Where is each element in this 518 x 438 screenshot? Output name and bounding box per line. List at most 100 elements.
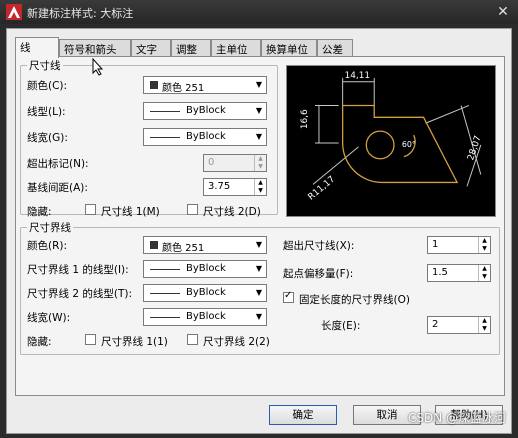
- watermark: CSDN @深蓝冰河: [407, 411, 506, 425]
- suppress-ext1-checkbox[interactable]: [85, 334, 96, 345]
- mouse-cursor-icon: [92, 58, 104, 76]
- ext-suppress-label: 隐藏:: [27, 336, 52, 348]
- ext-color-select[interactable]: 颜色 251 ▼: [143, 236, 267, 254]
- extend-ticks-spinner[interactable]: 0 ▲ ▼: [203, 154, 267, 172]
- dropdown-arrow-icon[interactable]: ▼: [252, 129, 266, 145]
- window-title: 新建标注样式: 大标注: [27, 7, 134, 20]
- dim-lineweight-value: ByBlock: [186, 131, 226, 142]
- dim-color-select[interactable]: 颜色 251 ▼: [143, 76, 267, 94]
- suppress-dim1-checkbox[interactable]: [85, 204, 96, 215]
- ext-lineweight-select[interactable]: ByBlock ▼: [143, 308, 267, 326]
- suppress-ext2-checkbox[interactable]: [187, 334, 198, 345]
- dropdown-arrow-icon[interactable]: ▼: [252, 103, 266, 119]
- offset-spinner[interactable]: 1.5 ▲ ▼: [427, 264, 491, 282]
- preview-dim-right: 28,07: [466, 134, 483, 161]
- length-label: 长度(E):: [321, 320, 361, 332]
- tab-tolerances[interactable]: 公差: [317, 39, 353, 57]
- offset-label: 起点偏移量(F):: [283, 268, 354, 280]
- dim-lineweight-select[interactable]: ByBlock ▼: [143, 128, 267, 146]
- ext-linetype1-value: ByBlock: [186, 263, 226, 274]
- spin-down-icon[interactable]: ▼: [254, 187, 266, 195]
- extend-beyond-value: 1: [432, 239, 439, 250]
- ext-linetype2-value: ByBlock: [186, 287, 226, 298]
- preview-dim-angle: 60°: [402, 140, 416, 149]
- dim-lines-legend: 尺寸线: [27, 58, 63, 73]
- tab-strip: 线 符号和箭头 文字 调整 主单位 换算单位 公差: [15, 37, 505, 58]
- preview-dim-radius: R11,17: [307, 175, 338, 203]
- offset-value: 1.5: [432, 267, 448, 278]
- dim-lines-group: 尺寸线 颜色(C): 颜色 251 ▼ 线型(L): ByBlock ▼ 线宽(…: [20, 58, 278, 218]
- lineweight-sample: [150, 137, 180, 138]
- suppress-dim1-label[interactable]: 尺寸线 1(M): [101, 204, 160, 219]
- baseline-spacing-value: 3.75: [208, 181, 231, 192]
- tab-fit[interactable]: 调整: [171, 39, 211, 57]
- baseline-spacing-spinner[interactable]: 3.75 ▲ ▼: [203, 178, 267, 196]
- linetype-sample: [150, 111, 180, 112]
- dropdown-arrow-icon[interactable]: ▼: [252, 261, 266, 277]
- spin-up-icon[interactable]: ▲: [478, 317, 490, 325]
- extend-beyond-label: 超出尺寸线(X):: [283, 240, 355, 252]
- dim-color-value: 颜色 251: [162, 83, 205, 94]
- tab-text[interactable]: 文字: [131, 39, 171, 57]
- spin-up-icon[interactable]: ▲: [254, 155, 266, 163]
- spin-up-icon[interactable]: ▲: [478, 237, 490, 245]
- dim-lineweight-label: 线宽(G):: [27, 132, 68, 144]
- spin-down-icon[interactable]: ▼: [254, 163, 266, 171]
- length-value: 2: [432, 319, 439, 330]
- lineweight-sample: [150, 317, 180, 318]
- tab-primary-units[interactable]: 主单位: [211, 39, 261, 57]
- preview-dim-left: 16,6: [300, 109, 310, 129]
- dropdown-arrow-icon[interactable]: ▼: [252, 237, 266, 253]
- ext-color-value: 颜色 251: [162, 243, 205, 254]
- dim-linetype-label: 线型(L):: [27, 106, 66, 118]
- color-swatch: [150, 241, 158, 249]
- spin-down-icon[interactable]: ▼: [478, 325, 490, 333]
- dialog-client: 线 符号和箭头 文字 调整 主单位 换算单位 公差 尺寸线 颜色(C): 颜色 …: [6, 28, 512, 434]
- suppress-dim2-label[interactable]: 尺寸线 2(D): [203, 204, 261, 219]
- ok-button[interactable]: 确定: [269, 405, 337, 425]
- ext-lines-legend: 尺寸界线: [27, 220, 73, 235]
- tab-symbols-arrows[interactable]: 符号和箭头: [59, 39, 131, 57]
- suppress-dim2-checkbox[interactable]: [187, 204, 198, 215]
- baseline-spacing-label: 基线间距(A):: [27, 182, 88, 194]
- ext-lineweight-value: ByBlock: [186, 311, 226, 322]
- tab-panel-lines: 尺寸线 颜色(C): 颜色 251 ▼ 线型(L): ByBlock ▼ 线宽(…: [15, 56, 505, 396]
- suppress-ext2-label[interactable]: 尺寸界线 2(2): [203, 334, 270, 349]
- extend-ticks-label: 超出标记(N):: [27, 158, 89, 170]
- ext-lineweight-label: 线宽(W):: [27, 312, 71, 324]
- ext-linetype2-label: 尺寸界线 2 的线型(T):: [27, 288, 132, 300]
- suppress-ext1-label[interactable]: 尺寸界线 1(1): [101, 334, 168, 349]
- spin-down-icon[interactable]: ▼: [478, 245, 490, 253]
- dropdown-arrow-icon[interactable]: ▼: [252, 77, 266, 93]
- extend-beyond-spinner[interactable]: 1 ▲ ▼: [427, 236, 491, 254]
- spin-up-icon[interactable]: ▲: [254, 179, 266, 187]
- dim-linetype-value: ByBlock: [186, 105, 226, 116]
- linetype-sample: [150, 293, 180, 294]
- spin-down-icon[interactable]: ▼: [478, 273, 490, 281]
- dropdown-arrow-icon[interactable]: ▼: [252, 309, 266, 325]
- dimension-preview: 14,11 16,6 28,07 60° R11,17: [286, 65, 496, 217]
- ext-color-label: 颜色(R):: [27, 240, 68, 252]
- linetype-sample: [150, 269, 180, 270]
- tab-alternate-units[interactable]: 换算单位: [261, 39, 317, 57]
- autocad-app-icon: [6, 4, 22, 20]
- extend-ticks-value: 0: [208, 157, 215, 168]
- tab-lines[interactable]: 线: [15, 37, 59, 58]
- preview-dim-top: 14,11: [345, 71, 370, 81]
- ext-linetype1-select[interactable]: ByBlock ▼: [143, 260, 267, 278]
- spin-up-icon[interactable]: ▲: [478, 265, 490, 273]
- fixed-length-label[interactable]: 固定长度的尺寸界线(O): [299, 292, 410, 307]
- ext-lines-group: 尺寸界线 颜色(R): 颜色 251 ▼ 尺寸界线 1 的线型(I): ByBl…: [20, 220, 500, 355]
- dropdown-arrow-icon[interactable]: ▼: [252, 285, 266, 301]
- fixed-length-checkbox[interactable]: [283, 290, 294, 303]
- close-icon[interactable]: ✕: [494, 3, 512, 21]
- ext-linetype1-label: 尺寸界线 1 的线型(I):: [27, 264, 129, 276]
- title-bar[interactable]: 新建标注样式: 大标注 ✕: [0, 0, 518, 24]
- dialog-window: 新建标注样式: 大标注 ✕ 线 符号和箭头 文字 调整 主单位 换算单位 公差 …: [0, 0, 518, 438]
- ext-linetype2-select[interactable]: ByBlock ▼: [143, 284, 267, 302]
- color-swatch: [150, 81, 158, 89]
- dim-linetype-select[interactable]: ByBlock ▼: [143, 102, 267, 120]
- dim-color-label: 颜色(C):: [27, 80, 68, 92]
- dim-suppress-label: 隐藏:: [27, 206, 52, 218]
- length-spinner[interactable]: 2 ▲ ▼: [427, 316, 491, 334]
